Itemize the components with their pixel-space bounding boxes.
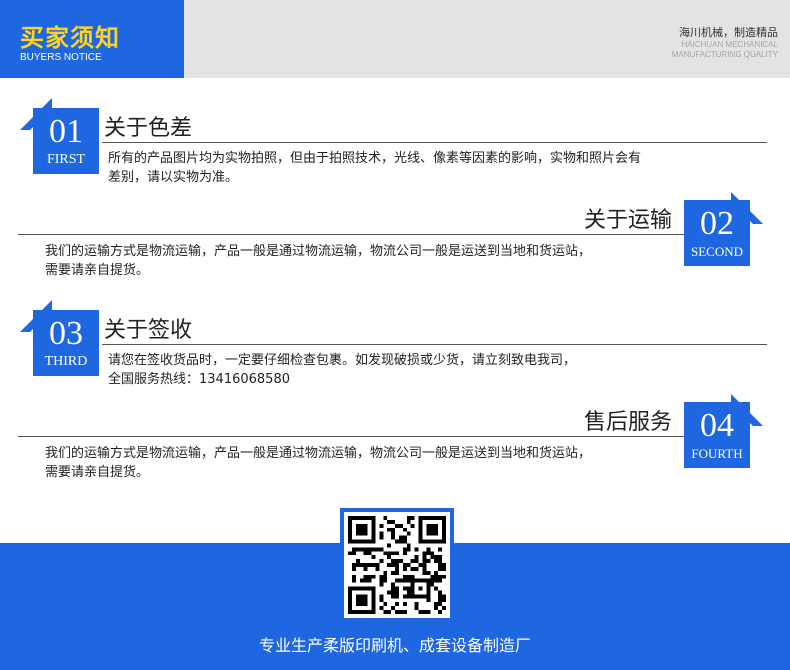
section-title-color-difference: 关于色差 [104, 116, 193, 141]
section-number: 02 [700, 205, 734, 242]
section-number: 04 [700, 407, 734, 444]
section-text-shipping: 我们的运输方式是物流运输，产品一般是通过物流运输，物流公司一般是运送到当地和货运… [45, 242, 680, 280]
section-badge-02: 02 SECOND [684, 200, 750, 266]
section-divider [102, 142, 767, 143]
section-title-shipping: 关于运输 [583, 208, 672, 233]
brand-slogan-block: 海川机械，制造精品 HAICHUAN MECHANICAL MANUFACTUR… [672, 26, 778, 60]
service-hotline: 全国服务热线：13416068580 [108, 372, 290, 387]
brand-slogan-en-1: HAICHUAN MECHANICAL [681, 40, 778, 49]
section-badge-04: 04 FOURTH [684, 402, 750, 468]
section-number-word: FIRST [46, 152, 86, 167]
section-number-word: FOURTH [691, 446, 743, 461]
section-number: 01 [49, 113, 83, 150]
section-text-receipt: 请您在签收货品时，一定要仔细检查包裹。如发现破损或少货，请立刻致电我司， 全国服… [108, 351, 768, 389]
brand-slogan-en-2: MANUFACTURING QUALITY [671, 50, 778, 59]
section-text-line: 请您在签收货品时，一定要仔细检查包裹。如发现破损或少货，请立刻致电我司， [108, 353, 577, 368]
section-text-line: 我们的运输方式是物流运输，产品一般是通过物流运输，物流公司一般是运送到当地和货运… [45, 244, 592, 259]
header-title-box: 买家须知 BUYERS NOTICE [0, 0, 184, 78]
page-subtitle: BUYERS NOTICE [20, 52, 102, 63]
brand-slogan: 海川机械，制造精品 [679, 26, 778, 39]
qr-code-frame [340, 508, 454, 622]
section-text-line: 需要请亲自提货。 [45, 263, 150, 278]
qr-code-image [348, 516, 446, 614]
section-divider [18, 234, 684, 235]
page-title: 买家须知 [20, 24, 120, 52]
section-text-color-difference: 所有的产品图片均为实物拍照，但由于拍照技术，光线、像素等因素的影响，实物和照片会… [108, 149, 768, 187]
section-text-line: 需要请亲自提货。 [45, 465, 150, 480]
section-text-line: 差别，请以实物为准。 [108, 170, 239, 185]
qr-code-icon [344, 512, 450, 618]
section-text-after-sales: 我们的运输方式是物流运输，产品一般是通过物流运输，物流公司一般是运送到当地和货运… [45, 444, 680, 482]
section-badge-01: 01 FIRST [33, 108, 99, 174]
section-badge-03: 03 THIRD [33, 310, 99, 376]
section-title-receipt: 关于签收 [104, 318, 193, 343]
section-number: 03 [49, 315, 83, 352]
section-number-word: SECOND [690, 244, 743, 259]
header-bar: 买家须知 BUYERS NOTICE 海川机械，制造精品 HAICHUAN ME… [0, 0, 790, 78]
footer-tagline: 专业生产柔版印刷机、成套设备制造厂 [258, 636, 531, 655]
section-text-line: 所有的产品图片均为实物拍照，但由于拍照技术，光线、像素等因素的影响，实物和照片会… [108, 151, 642, 166]
section-title-after-sales: 售后服务 [583, 410, 672, 435]
section-divider [18, 436, 684, 437]
section-text-line: 我们的运输方式是物流运输，产品一般是通过物流运输，物流公司一般是运送到当地和货运… [45, 446, 592, 461]
section-number-word: THIRD [44, 354, 88, 369]
section-divider [102, 344, 767, 345]
